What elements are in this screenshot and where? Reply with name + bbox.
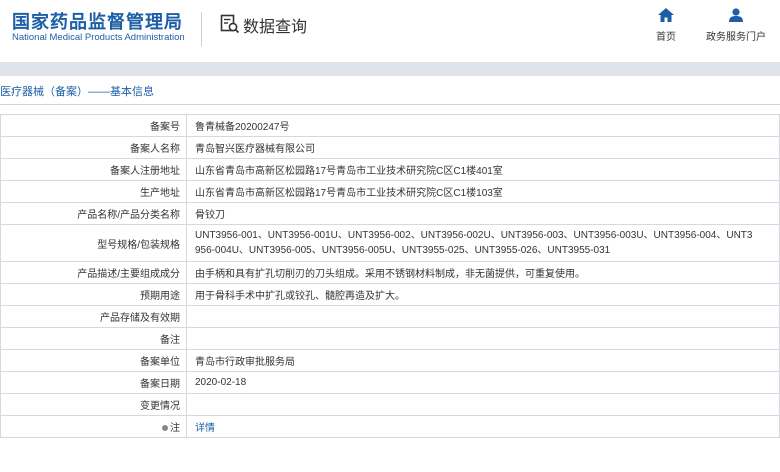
breadcrumb: 医疗器械（备案）——基本信息 — [0, 86, 154, 98]
table-row: 备案单位 青岛市行政审批服务局 — [0, 349, 780, 372]
logo-title[interactable]: 国家药品监督管理局 — [12, 8, 183, 34]
row-value: 由手柄和具有扩孔切削刃的刀头组成。采用不锈钢材料制成，非无菌提供，可重复使用。 — [186, 261, 780, 284]
row-label: 预期用途 — [0, 283, 187, 306]
table-row: 注 详情 — [0, 415, 780, 438]
table-row: 预期用途 用于骨科手术中扩孔或铰孔、髓腔再造及扩大。 — [0, 283, 780, 306]
header-band — [0, 62, 780, 76]
row-label: 备案人名称 — [0, 136, 187, 159]
table-row: 备案人名称 青岛智兴医疗器械有限公司 — [0, 136, 780, 159]
row-label-note: 注 — [0, 415, 187, 438]
row-value-line: 956-004U、UNT3956-005、UNT3956-005U、UNT395… — [195, 245, 611, 256]
nav-service-portal[interactable]: 政务服务门户 — [700, 8, 772, 43]
table-row: 备案日期 2020-02-18 — [0, 371, 780, 394]
row-label: 生产地址 — [0, 180, 187, 203]
nav-portal-label: 政务服务门户 — [706, 32, 766, 43]
breadcrumb-divider — [0, 104, 780, 105]
row-value: 鲁青械备20200247号 — [186, 114, 780, 137]
table-row: 备案号 鲁青械备20200247号 — [0, 114, 780, 137]
site-header: 国家药品监督管理局 National Medical Products Admi… — [0, 0, 780, 62]
row-label: 产品描述/主要组成成分 — [0, 261, 187, 284]
page-heading: 数据查询 — [243, 19, 308, 36]
row-value — [186, 305, 780, 328]
row-label: 产品存储及有效期 — [0, 305, 187, 328]
header-divider — [201, 12, 202, 46]
row-value: 骨铰刀 — [186, 202, 780, 225]
logo-subtitle: National Medical Products Administration — [12, 32, 185, 43]
row-value: UNT3956-001、UNT3956-001U、UNT3956-002、UNT… — [186, 224, 780, 262]
row-value-line: UNT3956-001、UNT3956-001U、UNT3956-002、UNT… — [195, 230, 753, 241]
table-row: 备注 — [0, 327, 780, 350]
table-row: 变更情况 — [0, 393, 780, 416]
row-label: 备注 — [0, 327, 187, 350]
home-icon — [658, 8, 674, 22]
row-label: 变更情况 — [0, 393, 187, 416]
user-icon — [729, 8, 743, 22]
document-search-icon — [220, 14, 240, 34]
detail-table: 备案号 鲁青械备20200247号 备案人名称 青岛智兴医疗器械有限公司 备案人… — [0, 114, 780, 438]
row-label: 备案单位 — [0, 349, 187, 372]
table-row: 产品名称/产品分类名称 骨铰刀 — [0, 202, 780, 225]
row-label: 备案号 — [0, 114, 187, 137]
row-value — [186, 393, 780, 416]
row-value: 青岛市行政审批服务局 — [186, 349, 780, 372]
row-value: 2020-02-18 — [186, 371, 780, 394]
row-value: 青岛智兴医疗器械有限公司 — [186, 136, 780, 159]
row-label: 备案日期 — [0, 371, 187, 394]
row-label: 注 — [170, 423, 180, 434]
nav-home-label: 首页 — [656, 32, 676, 43]
row-label: 型号规格/包装规格 — [0, 224, 187, 262]
row-value: 山东省青岛市高新区松园路17号青岛市工业技术研究院C区C1楼103室 — [186, 180, 780, 203]
table-row: 产品存储及有效期 — [0, 305, 780, 328]
row-value — [186, 327, 780, 350]
row-value: 用于骨科手术中扩孔或铰孔、髓腔再造及扩大。 — [186, 283, 780, 306]
row-value: 山东省青岛市高新区松园路17号青岛市工业技术研究院C区C1楼401室 — [186, 158, 780, 181]
details-link[interactable]: 详情 — [195, 423, 215, 434]
nav-home[interactable]: 首页 — [646, 8, 686, 43]
table-row: 产品描述/主要组成成分 由手柄和具有扩孔切削刃的刀头组成。采用不锈钢材料制成，非… — [0, 261, 780, 284]
table-row: 生产地址 山东省青岛市高新区松园路17号青岛市工业技术研究院C区C1楼103室 — [0, 180, 780, 203]
note-dot-icon — [162, 425, 168, 432]
row-label: 备案人注册地址 — [0, 158, 187, 181]
table-row: 型号规格/包装规格 UNT3956-001、UNT3956-001U、UNT39… — [0, 224, 780, 262]
row-label: 产品名称/产品分类名称 — [0, 202, 187, 225]
row-value: 详情 — [186, 415, 780, 438]
table-row: 备案人注册地址 山东省青岛市高新区松园路17号青岛市工业技术研究院C区C1楼40… — [0, 158, 780, 181]
